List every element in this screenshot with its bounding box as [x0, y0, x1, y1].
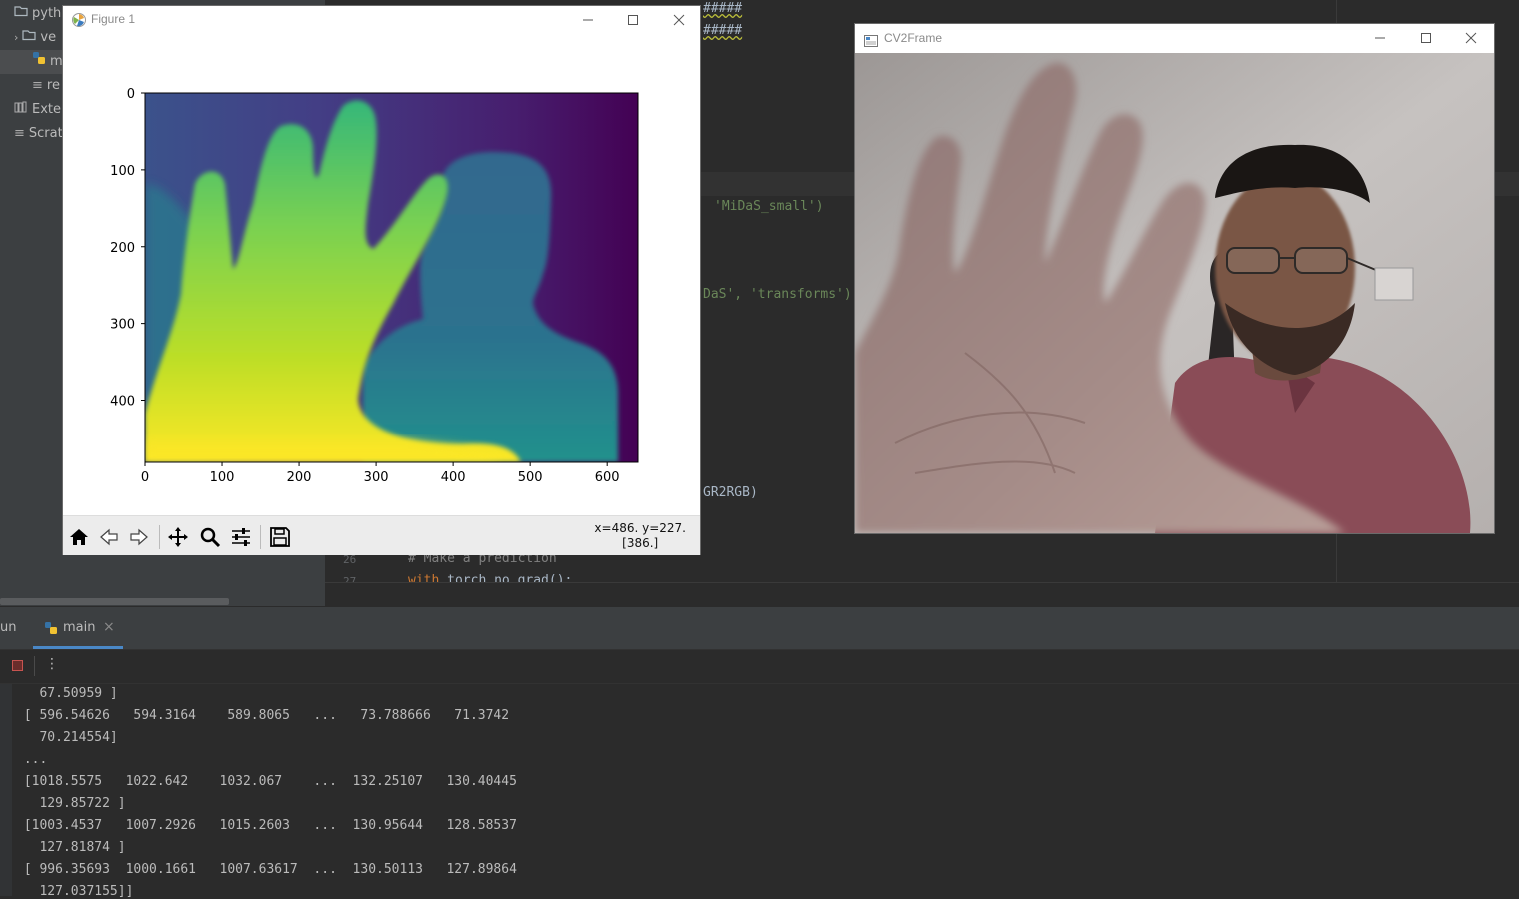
console-line: 127.037155]]: [16, 884, 134, 899]
tree-item-external-libraries[interactable]: Exter: [14, 98, 66, 122]
more-options-icon[interactable]: ⋮: [45, 656, 59, 672]
back-arrow-icon[interactable]: [95, 523, 123, 551]
x-axis: 0 100 200 300 400 500 600: [141, 462, 620, 485]
scratches-icon: ≡: [14, 126, 25, 141]
run-toolbar: ⋮: [0, 650, 1519, 684]
maximize-button[interactable]: [610, 6, 656, 34]
tree-item-label: m: [50, 54, 63, 69]
y-tick-label: 400: [110, 395, 135, 410]
close-button[interactable]: [1448, 24, 1494, 52]
console-line: [1003.4537 1007.2926 1015.2603 ... 130.9…: [16, 818, 517, 833]
toolbar-divider: [34, 656, 35, 676]
home-icon[interactable]: [65, 523, 93, 551]
cv2-title: CV2Frame: [884, 31, 943, 45]
heatmap-image: [145, 93, 638, 462]
figure-title: Figure 1: [91, 12, 136, 26]
tree-item-main-file[interactable]: m: [32, 50, 63, 74]
zoom-icon[interactable]: [196, 523, 224, 551]
tree-item-venv[interactable]: › ve: [14, 26, 56, 50]
run-tab-label: main: [63, 620, 96, 635]
console-line: 129.85722 ]: [16, 796, 126, 811]
tree-item-label: ve: [40, 30, 57, 45]
code-line: 'MiDaS_small'): [714, 199, 824, 214]
move-icon[interactable]: [164, 523, 192, 551]
folder-icon: [22, 26, 37, 50]
console-output[interactable]: 67.50959 ] [ 596.54626 594.3164 589.8065…: [0, 684, 1519, 899]
close-button[interactable]: [656, 6, 702, 34]
minimize-button[interactable]: [565, 6, 611, 34]
chevron-right-icon: ›: [14, 31, 19, 44]
run-panel-label: un: [0, 620, 17, 635]
editor-bottom-bar: [325, 582, 1519, 607]
coord-line: x=486. y=227.: [594, 521, 686, 535]
window-app-icon: [864, 32, 878, 51]
folder-icon: [14, 2, 28, 26]
code-line: DaS', 'transforms'): [703, 287, 852, 302]
figure-toolbar: x=486. y=227. [386.]: [63, 515, 700, 555]
depth-map-chart[interactable]: 0 100 200 300 400 500 600 0 100 200 300 400: [63, 34, 700, 515]
matplotlib-logo-icon: [71, 12, 87, 32]
y-axis: 0 100 200 300 400: [110, 87, 145, 410]
toolbar-separator: [260, 525, 261, 549]
library-icon: [14, 98, 28, 122]
active-tab-underline: [33, 646, 123, 649]
console-line: 67.50959 ]: [16, 686, 118, 701]
x-tick-label: 500: [518, 470, 543, 485]
configure-icon[interactable]: [227, 523, 255, 551]
tree-item-label: Scrat: [28, 126, 63, 141]
webcam-frame-image: [855, 53, 1494, 533]
run-tab-main[interactable]: main ×: [33, 607, 123, 649]
console-line: 70.214554]: [16, 730, 118, 745]
tree-item-scratches[interactable]: ≡ Scrat: [14, 122, 63, 146]
console-line: [ 596.54626 594.3164 589.8065 ... 73.788…: [16, 708, 510, 723]
code-token: 'transforms'): [749, 287, 852, 302]
toolbar-separator: [159, 525, 160, 549]
tree-item-project-root[interactable]: pytho: [14, 2, 69, 26]
tree-item-requirements[interactable]: ≡ re: [32, 74, 60, 98]
x-tick-label: 0: [141, 470, 149, 485]
y-tick-label: 300: [110, 318, 135, 333]
code-line: GR2RGB): [703, 485, 758, 500]
text-file-icon: ≡: [32, 78, 43, 93]
x-tick-label: 400: [441, 470, 466, 485]
coord-value: [386.]: [622, 536, 659, 550]
console-line: [1018.5575 1022.642 1032.067 ... 132.251…: [16, 774, 517, 789]
code-line: #####: [703, 1, 743, 16]
x-tick-label: 300: [364, 470, 389, 485]
code-token: DaS',: [703, 287, 750, 302]
y-tick-label: 0: [127, 87, 135, 102]
cv2-title-bar[interactable]: CV2Frame: [855, 24, 1494, 53]
python-icon: [44, 620, 58, 639]
x-tick-label: 100: [210, 470, 235, 485]
code-line: #####: [703, 23, 743, 38]
x-tick-label: 600: [595, 470, 620, 485]
save-icon[interactable]: [266, 523, 294, 551]
project-horizontal-scrollbar[interactable]: [0, 598, 229, 605]
python-file-icon: [32, 50, 46, 74]
console-line: 127.81874 ]: [16, 840, 126, 855]
cv2-frame-window[interactable]: CV2Frame: [854, 23, 1495, 534]
stop-icon[interactable]: [12, 660, 23, 671]
figure-window[interactable]: Figure 1 0 100 200 300 400 500 600 0 100…: [62, 5, 701, 555]
minimize-button[interactable]: [1357, 24, 1403, 52]
close-icon[interactable]: ×: [103, 619, 115, 635]
cursor-coordinates: x=486. y=227. [386.]: [594, 521, 686, 551]
y-tick-label: 100: [110, 164, 135, 179]
console-line: [ 996.35693 1000.1661 1007.63617 ... 130…: [16, 862, 517, 877]
console-line: ...: [16, 752, 48, 767]
maximize-button[interactable]: [1403, 24, 1449, 52]
forward-arrow-icon[interactable]: [125, 523, 153, 551]
x-tick-label: 200: [287, 470, 312, 485]
run-tab-bar: un main ×: [0, 607, 1519, 650]
tree-item-label: re: [46, 78, 60, 93]
figure-title-bar[interactable]: Figure 1: [63, 6, 700, 34]
y-tick-label: 200: [110, 241, 135, 256]
